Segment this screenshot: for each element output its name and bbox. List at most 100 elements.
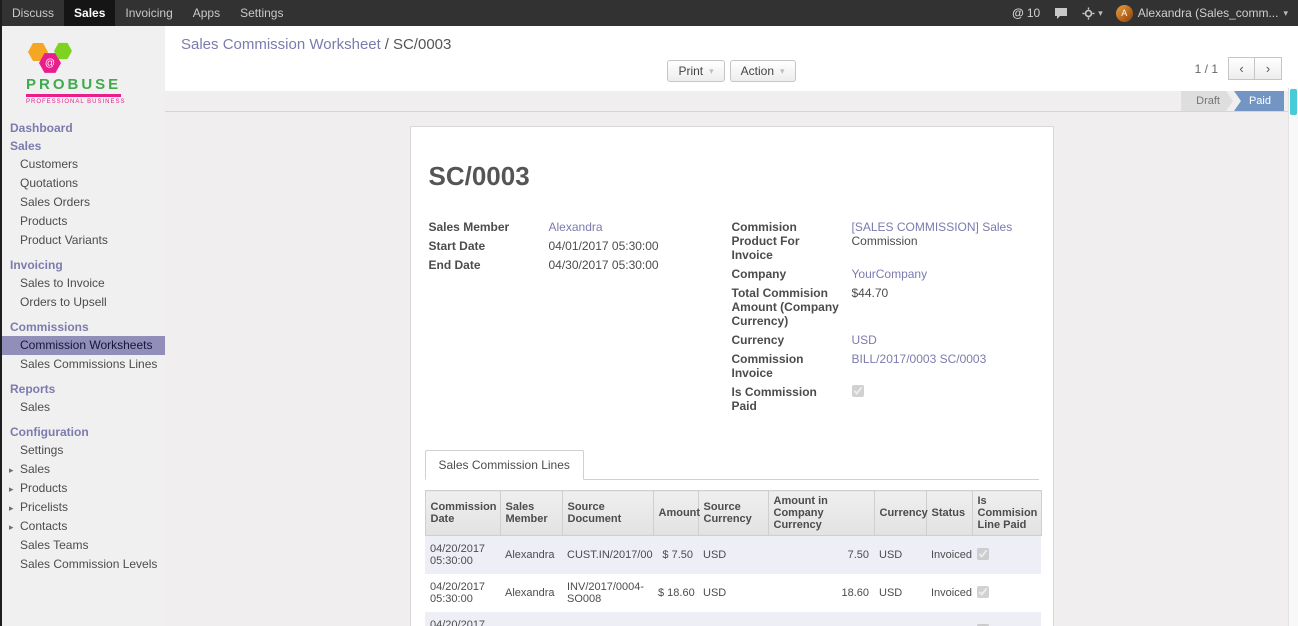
field-label: Total Commision Amount (Company Currency…: [732, 286, 852, 328]
field-group-right: Commision Product For Invoice [SALES COM…: [732, 220, 1035, 418]
action-button-label: Action: [741, 64, 774, 78]
pager-next-button[interactable]: ›: [1255, 57, 1282, 80]
sidebar-item-config-sales-teams[interactable]: Sales Teams: [2, 536, 165, 555]
field-label: End Date: [429, 258, 549, 272]
cell-commission-date: 04/20/2017 10:35:53: [425, 612, 500, 626]
sidebar-item-config-products[interactable]: ▸Products: [2, 479, 165, 498]
activities-menu[interactable]: @ 10: [1005, 0, 1047, 26]
breadcrumb-parent-link[interactable]: Sales Commission Worksheet: [181, 36, 381, 53]
company-link[interactable]: YourCompany: [852, 267, 928, 281]
sidebar-item-config-pricelists[interactable]: ▸Pricelists: [2, 498, 165, 517]
sidebar-heading-invoicing[interactable]: Invoicing: [2, 256, 165, 274]
sidebar-heading-reports[interactable]: Reports: [2, 380, 165, 398]
commission-product-link[interactable]: [SALES COMMISSION] Sales: [852, 220, 1013, 234]
sidebar-heading-dashboard[interactable]: Dashboard: [2, 119, 165, 137]
user-name: Alexandra (Sales_comm...: [1138, 6, 1279, 20]
column-header[interactable]: Is Commision Line Paid: [972, 491, 1041, 536]
sidebar-item-config-contacts[interactable]: ▸ Contacts: [2, 517, 165, 536]
systray: @ 10 ▾ A Alexandra (: [1005, 0, 1298, 26]
breadcrumb-current: SC/0003: [393, 36, 451, 53]
commission-product-rest: Commission: [852, 234, 918, 248]
field-label: Commision Product For Invoice: [732, 220, 852, 262]
chevron-right-icon: ›: [1266, 61, 1270, 76]
sidebar-item-reports-sales[interactable]: Sales: [2, 398, 165, 417]
chevron-down-icon: ▾: [1283, 8, 1288, 19]
notebook: Sales Commission Lines Commission Date: [425, 450, 1039, 626]
sidebar-item-sales-to-invoice[interactable]: Sales to Invoice: [2, 274, 165, 293]
sidebar-item-config-sales[interactable]: ▸Sales: [2, 460, 165, 479]
debug-menu[interactable]: ▾: [1075, 0, 1110, 26]
column-header[interactable]: Status: [926, 491, 972, 536]
menu-invoicing[interactable]: Invoicing: [115, 0, 182, 26]
menu-discuss[interactable]: Discuss: [2, 0, 64, 26]
sidebar-item-orders-to-upsell[interactable]: Orders to Upsell: [2, 293, 165, 312]
form-view: SC/0003 Sales Member Alexandra Start Dat…: [165, 112, 1298, 626]
sidebar-item-product-variants[interactable]: Product Variants: [2, 231, 165, 250]
app-window: Discuss Sales Invoicing Apps Settings @ …: [0, 0, 1298, 626]
chevron-right-icon: ▸: [9, 520, 14, 535]
commission-lines-table: Commission Date Sales Member Source Docu…: [425, 490, 1042, 626]
sidebar-item-products[interactable]: Products: [2, 212, 165, 231]
end-date-value: 04/30/2017 05:30:00: [549, 258, 732, 272]
column-header[interactable]: Currency: [874, 491, 926, 536]
status-paid[interactable]: Paid: [1234, 91, 1284, 111]
column-header[interactable]: Source Currency: [698, 491, 768, 536]
column-header[interactable]: Amount in Company Currency: [768, 491, 874, 536]
status-draft[interactable]: Draft: [1181, 91, 1233, 111]
user-menu[interactable]: A Alexandra (Sales_comm... ▾: [1110, 5, 1294, 22]
sidebar-item-sales-orders[interactable]: Sales Orders: [2, 193, 165, 212]
cell-currency: USD: [874, 612, 926, 626]
scrollbar-thumb[interactable]: [1290, 89, 1297, 115]
sidebar-heading-configuration[interactable]: Configuration: [2, 423, 165, 441]
sidebar-item-label: Contacts: [20, 519, 67, 533]
cell-status: Invoiced: [926, 574, 972, 612]
action-button[interactable]: Action ▾: [730, 60, 796, 82]
column-header[interactable]: Source Document: [562, 491, 653, 536]
sidebar-item-config-settings[interactable]: Settings: [2, 441, 165, 460]
chevron-right-icon: ▸: [9, 482, 14, 497]
table-row[interactable]: 04/20/2017 05:30:00 Alexandra INV/2017/0…: [425, 574, 1041, 612]
table-row[interactable]: 04/20/2017 05:30:00 Alexandra CUST.IN/20…: [425, 536, 1041, 575]
table-row[interactable]: 04/20/2017 10:35:53 Alexandra SO008 $ 18…: [425, 612, 1041, 626]
chevron-down-icon: ▾: [709, 66, 714, 77]
print-button[interactable]: Print ▾: [667, 60, 724, 82]
content-area: Sales Commission Worksheet/SC/0003 Print…: [165, 26, 1298, 626]
sidebar-item-commission-worksheets[interactable]: Commission Worksheets: [2, 336, 165, 355]
sidebar-item-label: Pricelists: [20, 500, 68, 514]
field-total-commission: Total Commision Amount (Company Currency…: [732, 286, 1035, 328]
sidebar-item-sales-commissions-lines[interactable]: Sales Commissions Lines: [2, 355, 165, 374]
tab-sales-commission-lines[interactable]: Sales Commission Lines: [425, 450, 584, 480]
sidebar-item-config-sales-commission-levels[interactable]: Sales Commission Levels: [2, 555, 165, 574]
column-header[interactable]: Commission Date: [425, 491, 500, 536]
column-header[interactable]: Amount: [653, 491, 698, 536]
commission-invoice-link[interactable]: BILL/2017/0003 SC/0003: [852, 352, 987, 366]
currency-link[interactable]: USD: [852, 333, 877, 347]
field-label: Currency: [732, 333, 852, 347]
sidebar-heading-commissions[interactable]: Commissions: [2, 318, 165, 336]
sidebar-item-label: Sales: [20, 462, 50, 476]
field-groups: Sales Member Alexandra Start Date 04/01/…: [425, 220, 1039, 418]
menu-sales[interactable]: Sales: [64, 0, 115, 26]
pager-previous-button[interactable]: ‹: [1228, 57, 1255, 80]
menu-apps[interactable]: Apps: [183, 0, 230, 26]
line-paid-checkbox[interactable]: [977, 548, 989, 560]
sidebar-heading-sales[interactable]: Sales: [2, 137, 165, 155]
cell-status: Invoiced: [926, 612, 972, 626]
messages-menu[interactable]: [1047, 0, 1075, 26]
cell-company-amount: 7.50: [768, 536, 874, 575]
field-currency: Currency USD: [732, 333, 1035, 347]
is-commission-paid-checkbox[interactable]: [852, 385, 864, 397]
sidebar-item-quotations[interactable]: Quotations: [2, 174, 165, 193]
cell-line-paid: [972, 536, 1041, 575]
column-header[interactable]: Sales Member: [500, 491, 562, 536]
vertical-scrollbar[interactable]: [1288, 88, 1298, 626]
sidebar-item-customers[interactable]: Customers: [2, 155, 165, 174]
cell-line-paid: [972, 574, 1041, 612]
field-label: Is Commission Paid: [732, 385, 852, 413]
sales-member-link[interactable]: Alexandra: [549, 220, 603, 234]
field-label: Sales Member: [429, 220, 549, 234]
cell-amount: $ 7.50: [653, 536, 698, 575]
cell-source-document: SO008: [562, 612, 653, 626]
menu-settings[interactable]: Settings: [230, 0, 293, 26]
line-paid-checkbox[interactable]: [977, 586, 989, 598]
